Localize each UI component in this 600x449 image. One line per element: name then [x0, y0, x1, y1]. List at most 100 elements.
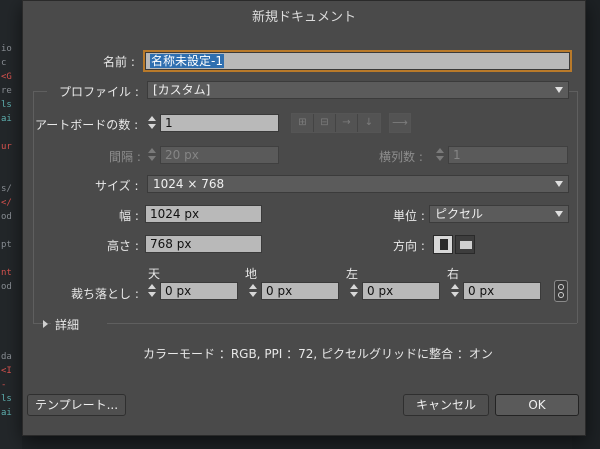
disclosure-triangle-icon[interactable]	[43, 320, 48, 328]
spacing-input[interactable]: 20 px	[160, 146, 279, 164]
bleed-right-stepper[interactable]	[449, 282, 461, 300]
background-code-gutter: io c <G re ls ai ur s/ </ od pt nt od da <I - ls ai	[0, 0, 22, 449]
portrait-orientation-button[interactable]	[433, 235, 453, 254]
chevron-down-icon	[555, 181, 563, 187]
spacing-label: 間隔 :	[109, 150, 141, 164]
bleed-left-stepper[interactable]	[348, 282, 360, 300]
ok-button[interactable]: OK	[495, 394, 579, 416]
profile-select[interactable]: [カスタム]	[147, 81, 569, 99]
background-code-line: re	[1, 86, 12, 96]
background-code-line: da	[1, 352, 12, 362]
background-code-line	[1, 294, 22, 308]
name-label: 名前 :	[103, 55, 135, 69]
bleed-top-input[interactable]: 0 px	[160, 282, 238, 300]
document-name-input[interactable]: 名称未設定-1	[145, 52, 570, 70]
bleed-left-input[interactable]: 0 px	[362, 282, 440, 300]
bleed-bottom-label: 地	[245, 267, 258, 281]
width-label: 幅 :	[119, 209, 139, 223]
stepper-down-icon	[148, 156, 156, 161]
background-code-line	[1, 154, 22, 168]
stepper-up-icon	[148, 116, 156, 121]
layout-direction-icon[interactable]: ⟶	[389, 113, 411, 133]
stepper-down-icon	[436, 156, 444, 161]
portrait-icon	[440, 239, 448, 250]
stepper-down-icon	[350, 292, 358, 297]
section-border-right	[577, 91, 578, 323]
background-code-line	[1, 322, 22, 336]
grid-by-row-icon[interactable]: ⊞	[292, 114, 314, 132]
background-code-line	[1, 308, 22, 322]
background-code-line: s/	[1, 184, 12, 194]
background-code-line: ai	[1, 408, 12, 418]
cancel-button[interactable]: キャンセル	[403, 394, 489, 416]
stepper-down-icon	[249, 292, 257, 297]
section-border-top-left	[33, 91, 47, 92]
columns-stepper[interactable]	[434, 146, 446, 164]
grid-by-column-icon[interactable]: ⊟	[314, 114, 336, 132]
stepper-up-icon	[249, 284, 257, 289]
bleed-right-input[interactable]: 0 px	[463, 282, 541, 300]
profile-label: プロファイル :	[59, 85, 139, 99]
background-code-line: <G	[1, 72, 12, 82]
background-code-line: -	[1, 380, 7, 390]
width-input[interactable]: 1024 px	[145, 205, 262, 223]
background-code-line: pt	[1, 240, 12, 250]
units-label: 単位 :	[393, 209, 425, 223]
document-summary: カラーモード ：RGB, PPI ：72, ピクセルグリッドに整合 ：オン	[143, 347, 493, 361]
height-label: 高さ :	[107, 239, 139, 253]
background-code-line	[1, 168, 22, 182]
bleed-top-stepper[interactable]	[146, 282, 158, 300]
orientation-label: 方向 :	[393, 239, 425, 253]
background-code-line: ls	[1, 394, 12, 404]
artboard-count-stepper[interactable]	[146, 114, 158, 132]
chain-link-icon	[558, 284, 564, 290]
artboard-count-input[interactable]: 1	[160, 114, 279, 132]
bleed-right-label: 右	[447, 267, 460, 281]
background-code-line	[1, 224, 22, 238]
columns-input[interactable]: 1	[448, 146, 568, 164]
stepper-up-icon	[350, 284, 358, 289]
background-code-line: <I	[1, 366, 12, 376]
link-bleed-icon[interactable]	[554, 280, 568, 302]
background-code-line: c	[1, 58, 7, 68]
background-code-line: nt	[1, 268, 12, 278]
arrange-by-column-icon[interactable]: ↓	[358, 114, 380, 132]
landscape-orientation-button[interactable]	[455, 235, 475, 254]
spacing-stepper[interactable]	[146, 146, 158, 164]
chevron-down-icon	[555, 211, 563, 217]
background-code-line: ai	[1, 114, 12, 124]
advanced-label[interactable]: 詳細	[55, 316, 79, 333]
arrange-by-row-icon[interactable]: →	[336, 114, 358, 132]
background-code-line: ur	[1, 142, 12, 152]
stepper-down-icon	[148, 124, 156, 129]
bleed-bottom-input[interactable]: 0 px	[261, 282, 339, 300]
columns-label: 横列数 :	[379, 150, 423, 164]
background-code-line: </	[1, 198, 12, 208]
artboard-arrangement-group: ⊞ ⊟ → ↓	[291, 113, 381, 133]
background-code-line: od	[1, 282, 12, 292]
new-document-dialog: 新規ドキュメント 名前 : 名称未設定-1 プロファイル : [カスタム] アー…	[22, 0, 586, 436]
profile-value: [カスタム]	[153, 83, 211, 97]
document-name-value: 名称未設定-1	[150, 54, 224, 68]
background-code-line: io	[1, 44, 12, 54]
background-code-line: ls	[1, 100, 12, 110]
stepper-up-icon	[436, 148, 444, 153]
stepper-up-icon	[148, 284, 156, 289]
stepper-down-icon	[148, 292, 156, 297]
stepper-down-icon	[451, 292, 459, 297]
templates-button[interactable]: テンプレート...	[27, 394, 126, 416]
height-input[interactable]: 768 px	[145, 235, 262, 253]
advanced-border-left	[33, 323, 51, 324]
bleed-top-label: 天	[148, 267, 161, 281]
size-select[interactable]: 1024 × 768	[147, 175, 569, 193]
bleed-bottom-stepper[interactable]	[247, 282, 259, 300]
size-label: サイズ :	[95, 179, 139, 193]
units-select[interactable]: ピクセル	[429, 205, 569, 223]
dialog-title: 新規ドキュメント	[251, 10, 356, 25]
bleed-label: 裁ち落とし :	[71, 287, 139, 301]
background-code-line	[1, 252, 22, 266]
size-value: 1024 × 768	[153, 177, 225, 191]
advanced-border-right	[107, 323, 577, 324]
artboard-count-label: アートボードの数 :	[35, 118, 139, 132]
bleed-left-label: 左	[346, 267, 359, 281]
